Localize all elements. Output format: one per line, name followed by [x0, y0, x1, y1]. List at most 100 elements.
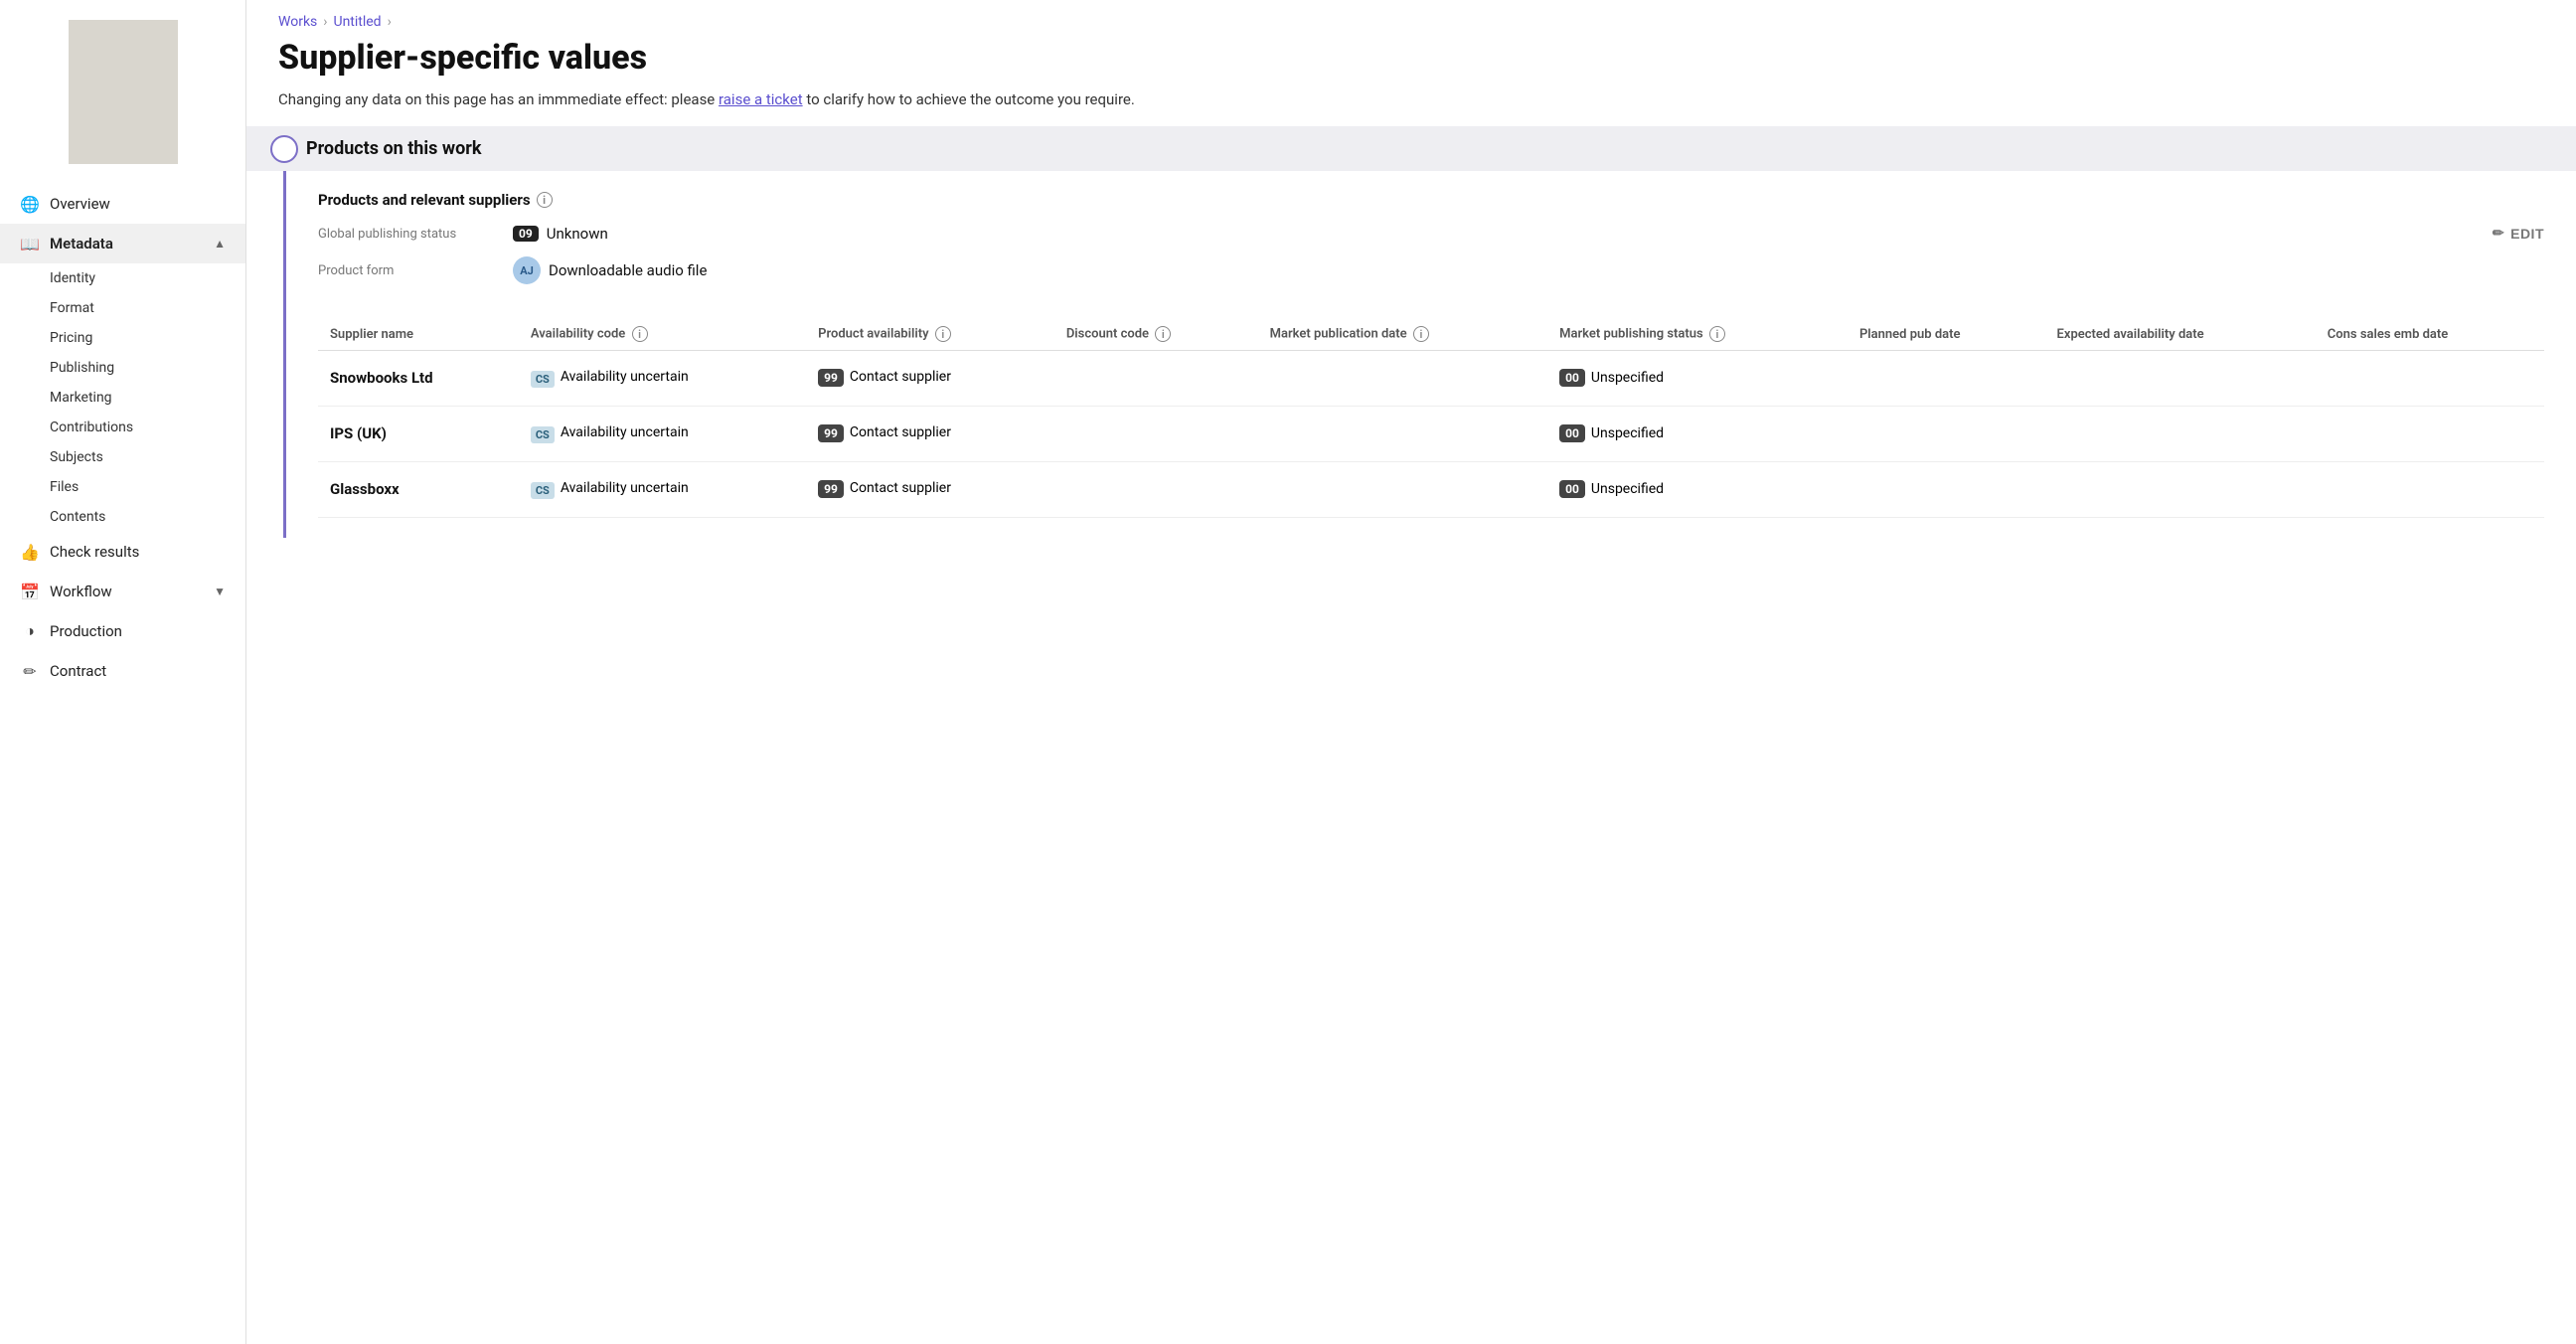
- sidebar-item-contributions[interactable]: Contributions: [50, 413, 245, 442]
- sidebar-item-check-results-label: Check results: [50, 543, 139, 561]
- metadata-sub-nav: Identity Format Pricing Publishing Marke…: [0, 263, 245, 532]
- cell-expected-date-1: [2045, 407, 2316, 462]
- cell-availability-code-0: CS Availability uncertain: [519, 351, 806, 407]
- cell-product-availability-0: 99 Contact supplier: [806, 351, 1054, 407]
- subsection-info-icon[interactable]: i: [537, 192, 553, 208]
- product-form-row: Product form AJ Downloadable audio file: [318, 256, 2493, 284]
- breadcrumb-sep-1: ›: [323, 14, 327, 30]
- sidebar-item-production[interactable]: ◑ Production: [0, 611, 245, 651]
- book-thumbnail: [69, 20, 178, 164]
- discount-code-info-icon[interactable]: i: [1155, 326, 1171, 342]
- cell-availability-code-1: CS Availability uncertain: [519, 407, 806, 462]
- edit-label: EDIT: [2510, 226, 2544, 242]
- global-status-row: Global publishing status 09 Unknown: [318, 225, 2493, 243]
- workflow-chevron-icon: ▼: [214, 585, 226, 598]
- page-header: Supplier-specific values Changing any da…: [246, 30, 2576, 126]
- sidebar-item-production-label: Production: [50, 622, 122, 640]
- product-form-code: AJ: [513, 256, 541, 284]
- cell-planned-pub-date-1: [1848, 407, 2045, 462]
- sidebar-item-format[interactable]: Format: [50, 293, 245, 323]
- main-content: Works › Untitled › Supplier-specific val…: [246, 0, 2576, 1344]
- raise-ticket-link[interactable]: raise a ticket: [719, 90, 803, 108]
- overview-icon: 🌐: [20, 194, 40, 214]
- cell-cons-date-2: [2316, 462, 2544, 518]
- breadcrumb-works[interactable]: Works: [278, 14, 317, 30]
- availability-text-1: Availability uncertain: [561, 424, 689, 440]
- breadcrumb-untitled[interactable]: Untitled: [333, 14, 381, 30]
- sidebar-item-metadata[interactable]: 📖 Metadata ▲: [0, 224, 245, 263]
- edit-pencil-icon: ✏: [2493, 225, 2504, 242]
- product-avail-text-0: Contact supplier: [850, 369, 951, 385]
- cell-planned-pub-date-0: [1848, 351, 2045, 407]
- market-pub-value-2: Unspecified: [1591, 481, 1664, 497]
- edit-button[interactable]: ✏ EDIT: [2493, 225, 2544, 242]
- cell-cons-date-1: [2316, 407, 2544, 462]
- product-avail-code-2: 99: [818, 480, 844, 498]
- sidebar: 🌐 Overview 📖 Metadata ▲ Identity Format …: [0, 0, 246, 1344]
- page-description: Changing any data on this page has an im…: [278, 88, 2544, 111]
- cs-badge-0: CS: [531, 371, 555, 388]
- global-status-label: Global publishing status: [318, 227, 497, 242]
- sidebar-item-contents[interactable]: Contents: [50, 502, 245, 532]
- sidebar-item-identity[interactable]: Identity: [50, 263, 245, 293]
- cell-product-availability-1: 99 Contact supplier: [806, 407, 1054, 462]
- cell-expected-date-0: [2045, 351, 2316, 407]
- cs-badge-1: CS: [531, 426, 555, 443]
- product-availability-info-icon[interactable]: i: [935, 326, 951, 342]
- product-form-label: Product form: [318, 263, 497, 278]
- market-pub-code-1: 00: [1559, 424, 1585, 442]
- cell-supplier-name-0: Snowbooks Ltd: [318, 351, 519, 407]
- section-circle-icon: [270, 135, 298, 163]
- check-results-icon: 👍: [20, 542, 40, 562]
- col-cons-sales-emb-date: Cons sales emb date: [2316, 318, 2544, 351]
- market-pub-date-info-icon[interactable]: i: [1413, 326, 1429, 342]
- table-row: Snowbooks Ltd CS Availability uncertain …: [318, 351, 2544, 407]
- availability-text-2: Availability uncertain: [561, 480, 689, 496]
- sidebar-item-marketing[interactable]: Marketing: [50, 383, 245, 413]
- sidebar-item-publishing[interactable]: Publishing: [50, 353, 245, 383]
- col-expected-availability-date: Expected availability date: [2045, 318, 2316, 351]
- section-title: Products on this work: [306, 138, 481, 159]
- availability-code-info-icon[interactable]: i: [632, 326, 648, 342]
- cell-availability-code-2: CS Availability uncertain: [519, 462, 806, 518]
- col-market-pub-date: Market publication date i: [1258, 318, 1548, 351]
- sidebar-item-files[interactable]: Files: [50, 472, 245, 502]
- contract-icon: ✏: [20, 661, 40, 681]
- product-avail-text-2: Contact supplier: [850, 480, 951, 496]
- cs-badge-2: CS: [531, 482, 555, 499]
- sidebar-item-overview-label: Overview: [50, 195, 110, 213]
- production-icon: ◑: [20, 621, 40, 641]
- market-publishing-status-info-icon[interactable]: i: [1709, 326, 1725, 342]
- workflow-icon: 📅: [20, 582, 40, 601]
- product-avail-code-1: 99: [818, 424, 844, 442]
- cell-product-availability-2: 99 Contact supplier: [806, 462, 1054, 518]
- sidebar-item-workflow[interactable]: 📅 Workflow ▼: [0, 572, 245, 611]
- sidebar-item-subjects[interactable]: Subjects: [50, 442, 245, 472]
- sidebar-item-check-results[interactable]: 👍 Check results: [0, 532, 245, 572]
- cell-market-publishing-status-1: 00 Unspecified: [1547, 407, 1848, 462]
- availability-text-0: Availability uncertain: [561, 369, 689, 385]
- breadcrumb-sep-2: ›: [388, 14, 392, 30]
- cell-market-pub-date-2: [1258, 462, 1548, 518]
- sidebar-item-pricing[interactable]: Pricing: [50, 323, 245, 353]
- col-product-availability: Product availability i: [806, 318, 1054, 351]
- product-avail-text-1: Contact supplier: [850, 424, 951, 440]
- sidebar-item-contract[interactable]: ✏ Contract: [0, 651, 245, 691]
- table-row: Glassboxx CS Availability uncertain 99 C…: [318, 462, 2544, 518]
- cell-market-publishing-status-0: 00 Unspecified: [1547, 351, 1848, 407]
- market-pub-value-0: Unspecified: [1591, 370, 1664, 386]
- product-form-text: Downloadable audio file: [549, 261, 707, 279]
- col-discount-code: Discount code i: [1054, 318, 1258, 351]
- global-status-text: Unknown: [547, 225, 608, 243]
- sidebar-item-overview[interactable]: 🌐 Overview: [0, 184, 245, 224]
- cell-discount-code-2: [1054, 462, 1258, 518]
- global-status-value: 09 Unknown: [513, 225, 608, 243]
- table-header-row: Supplier name Availability code i Produc…: [318, 318, 2544, 351]
- cell-expected-date-2: [2045, 462, 2316, 518]
- cell-discount-code-0: [1054, 351, 1258, 407]
- col-planned-pub-date: Planned pub date: [1848, 318, 2045, 351]
- col-market-publishing-status: Market publishing status i: [1547, 318, 1848, 351]
- sidebar-item-metadata-label: Metadata: [50, 235, 113, 252]
- suppliers-table-wrapper: Supplier name Availability code i Produc…: [318, 318, 2544, 518]
- page-title: Supplier-specific values: [278, 38, 2544, 79]
